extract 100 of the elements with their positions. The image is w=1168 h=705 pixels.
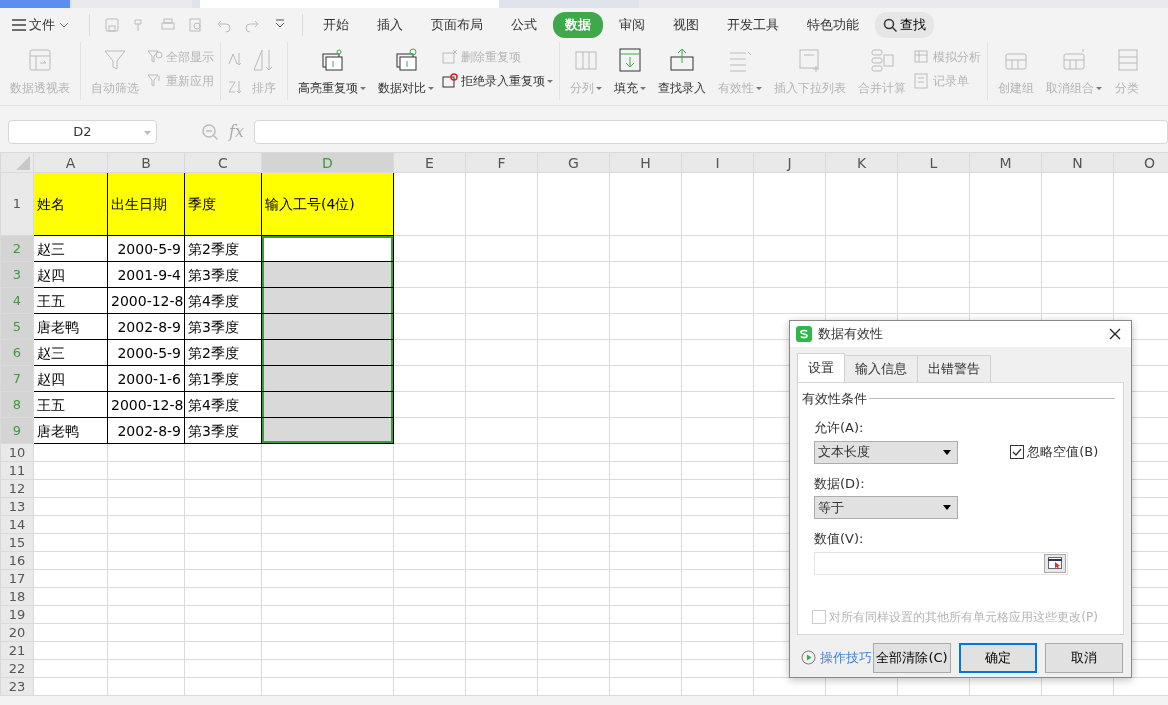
selected-cell[interactable]	[261, 339, 394, 366]
selected-cell[interactable]	[261, 417, 394, 444]
table-cell: 2000-5-9	[107, 339, 185, 366]
filter-reapply-icon	[147, 73, 163, 89]
column-header[interactable]: F	[465, 152, 538, 173]
column-header[interactable]: L	[897, 152, 970, 173]
column-header[interactable]: J	[753, 152, 826, 173]
help-link[interactable]: 操作技巧	[801, 647, 872, 668]
dropdown-field[interactable]: 等于	[814, 496, 958, 519]
column-header[interactable]: K	[825, 152, 898, 173]
table-cell: 2000-1-6	[107, 365, 185, 392]
column-header[interactable]: M	[969, 152, 1042, 173]
column-header[interactable]: B	[107, 152, 185, 173]
column-header[interactable]: A	[33, 152, 108, 173]
window-tab[interactable]	[71, 0, 192, 8]
row-header[interactable]: 1	[0, 172, 34, 236]
table-cell: 王五	[33, 391, 108, 418]
ribbon-button[interactable]: 数据对比	[374, 46, 438, 97]
name-box[interactable]: D2	[8, 119, 157, 144]
table-cell: 第4季度	[184, 287, 262, 314]
table-cell: 2002-8-9	[107, 313, 185, 340]
check-icon	[1012, 448, 1022, 456]
menu-tab[interactable]: 视图	[660, 12, 711, 38]
table-cell: 第1季度	[184, 365, 262, 392]
select-all-corner[interactable]	[0, 152, 34, 173]
fill-down-icon	[617, 47, 643, 73]
print-preview-icon[interactable]	[187, 17, 204, 33]
value-input[interactable]	[814, 551, 1068, 575]
dialog-tab[interactable]: 出错警告	[917, 355, 991, 382]
app-logo-icon	[796, 326, 812, 342]
table-cell: 季度	[184, 172, 262, 236]
selected-cell[interactable]	[261, 365, 394, 392]
table-cell: 2000-5-9	[107, 235, 185, 262]
menu-tab[interactable]: 审阅	[606, 12, 657, 38]
checkbox-label: 忽略空值(B)	[1027, 443, 1099, 462]
column-header[interactable]: C	[184, 152, 262, 173]
window-tab[interactable]	[0, 0, 70, 8]
caret-icon	[144, 130, 151, 135]
field-label: 数值(V):	[814, 530, 864, 548]
ribbon-button[interactable]: 高亮重复项	[294, 46, 370, 97]
column-header[interactable]: H	[609, 152, 682, 173]
zoom-icon	[201, 122, 219, 141]
column-header[interactable]: G	[537, 152, 610, 173]
table-cell: 第3季度	[184, 261, 262, 288]
close-icon[interactable]	[1109, 328, 1121, 340]
dialog-button[interactable]: 全部清除(C)	[873, 642, 951, 673]
range-select-button[interactable]	[1044, 553, 1066, 573]
chevron-icon	[58, 22, 69, 28]
table-cell: 第3季度	[184, 313, 262, 340]
compare-data-icon	[393, 47, 419, 73]
menu-tab[interactable]: 特色功能	[794, 12, 871, 38]
table-cell: 王五	[33, 287, 108, 314]
selected-cell[interactable]	[261, 391, 394, 418]
selected-cell[interactable]	[261, 287, 394, 314]
play-icon	[801, 650, 816, 665]
ribbon-button[interactable]: 拒绝录入重复项	[442, 72, 553, 90]
field-label: 允许(A):	[814, 419, 864, 437]
table-cell: 输入工号(4位)	[261, 172, 394, 236]
table-cell: 第2季度	[184, 339, 262, 366]
section-title: 有效性条件	[802, 389, 867, 408]
ribbon-button[interactable]: 查找录入	[654, 46, 710, 97]
table-cell: 姓名	[33, 172, 108, 236]
menu-tab[interactable]: 页面布局	[418, 12, 495, 38]
column-header[interactable]: I	[681, 152, 754, 173]
corner-icon	[16, 155, 30, 170]
dialog-button[interactable]: 取消	[1045, 642, 1123, 673]
save-icon[interactable]	[103, 17, 120, 33]
search-button[interactable]: 查找	[874, 12, 934, 38]
menu-tab[interactable]: 插入	[364, 12, 415, 38]
ribbon-button[interactable]: 填充	[610, 46, 650, 97]
field-label: 数据(D):	[814, 474, 865, 493]
menu-tab[interactable]: 公式	[498, 12, 549, 38]
dialog-tab[interactable]: 设置	[797, 353, 845, 382]
table-cell: 第2季度	[184, 235, 262, 262]
active-cell[interactable]	[261, 235, 394, 262]
selected-cell[interactable]	[261, 261, 394, 288]
file-menu[interactable]: 文件	[12, 12, 81, 38]
window-tab[interactable]	[199, 0, 500, 8]
range-select-icon	[1048, 557, 1062, 569]
table-cell: 出生日期	[107, 172, 185, 236]
dropdown-field[interactable]: 文本长度	[814, 440, 958, 464]
menu-tab[interactable]: 开始	[310, 12, 361, 38]
selected-cell[interactable]	[261, 313, 394, 340]
column-header[interactable]: E	[393, 152, 466, 173]
remove-duplicates-icon	[442, 49, 458, 65]
form-icon	[914, 73, 930, 89]
table-cell: 赵三	[33, 339, 108, 366]
formula-input[interactable]	[253, 119, 1168, 144]
menu-tab[interactable]: 开发工具	[714, 12, 791, 38]
ungroup-icon	[1061, 47, 1087, 73]
column-header[interactable]: O	[1113, 152, 1168, 173]
print-icon[interactable]	[159, 17, 176, 33]
checkbox-label: 对所有同样设置的其他所有单元格应用这些更改(P)	[829, 608, 1098, 626]
table-cell: 第4季度	[184, 391, 262, 418]
table-cell: 唐老鸭	[33, 313, 108, 340]
column-header[interactable]: N	[1041, 152, 1114, 173]
dialog-button[interactable]: 确定	[959, 642, 1037, 673]
table-cell: 赵四	[33, 365, 108, 392]
table-cell: 2002-8-9	[107, 417, 185, 444]
checkbox[interactable]	[1010, 445, 1024, 459]
